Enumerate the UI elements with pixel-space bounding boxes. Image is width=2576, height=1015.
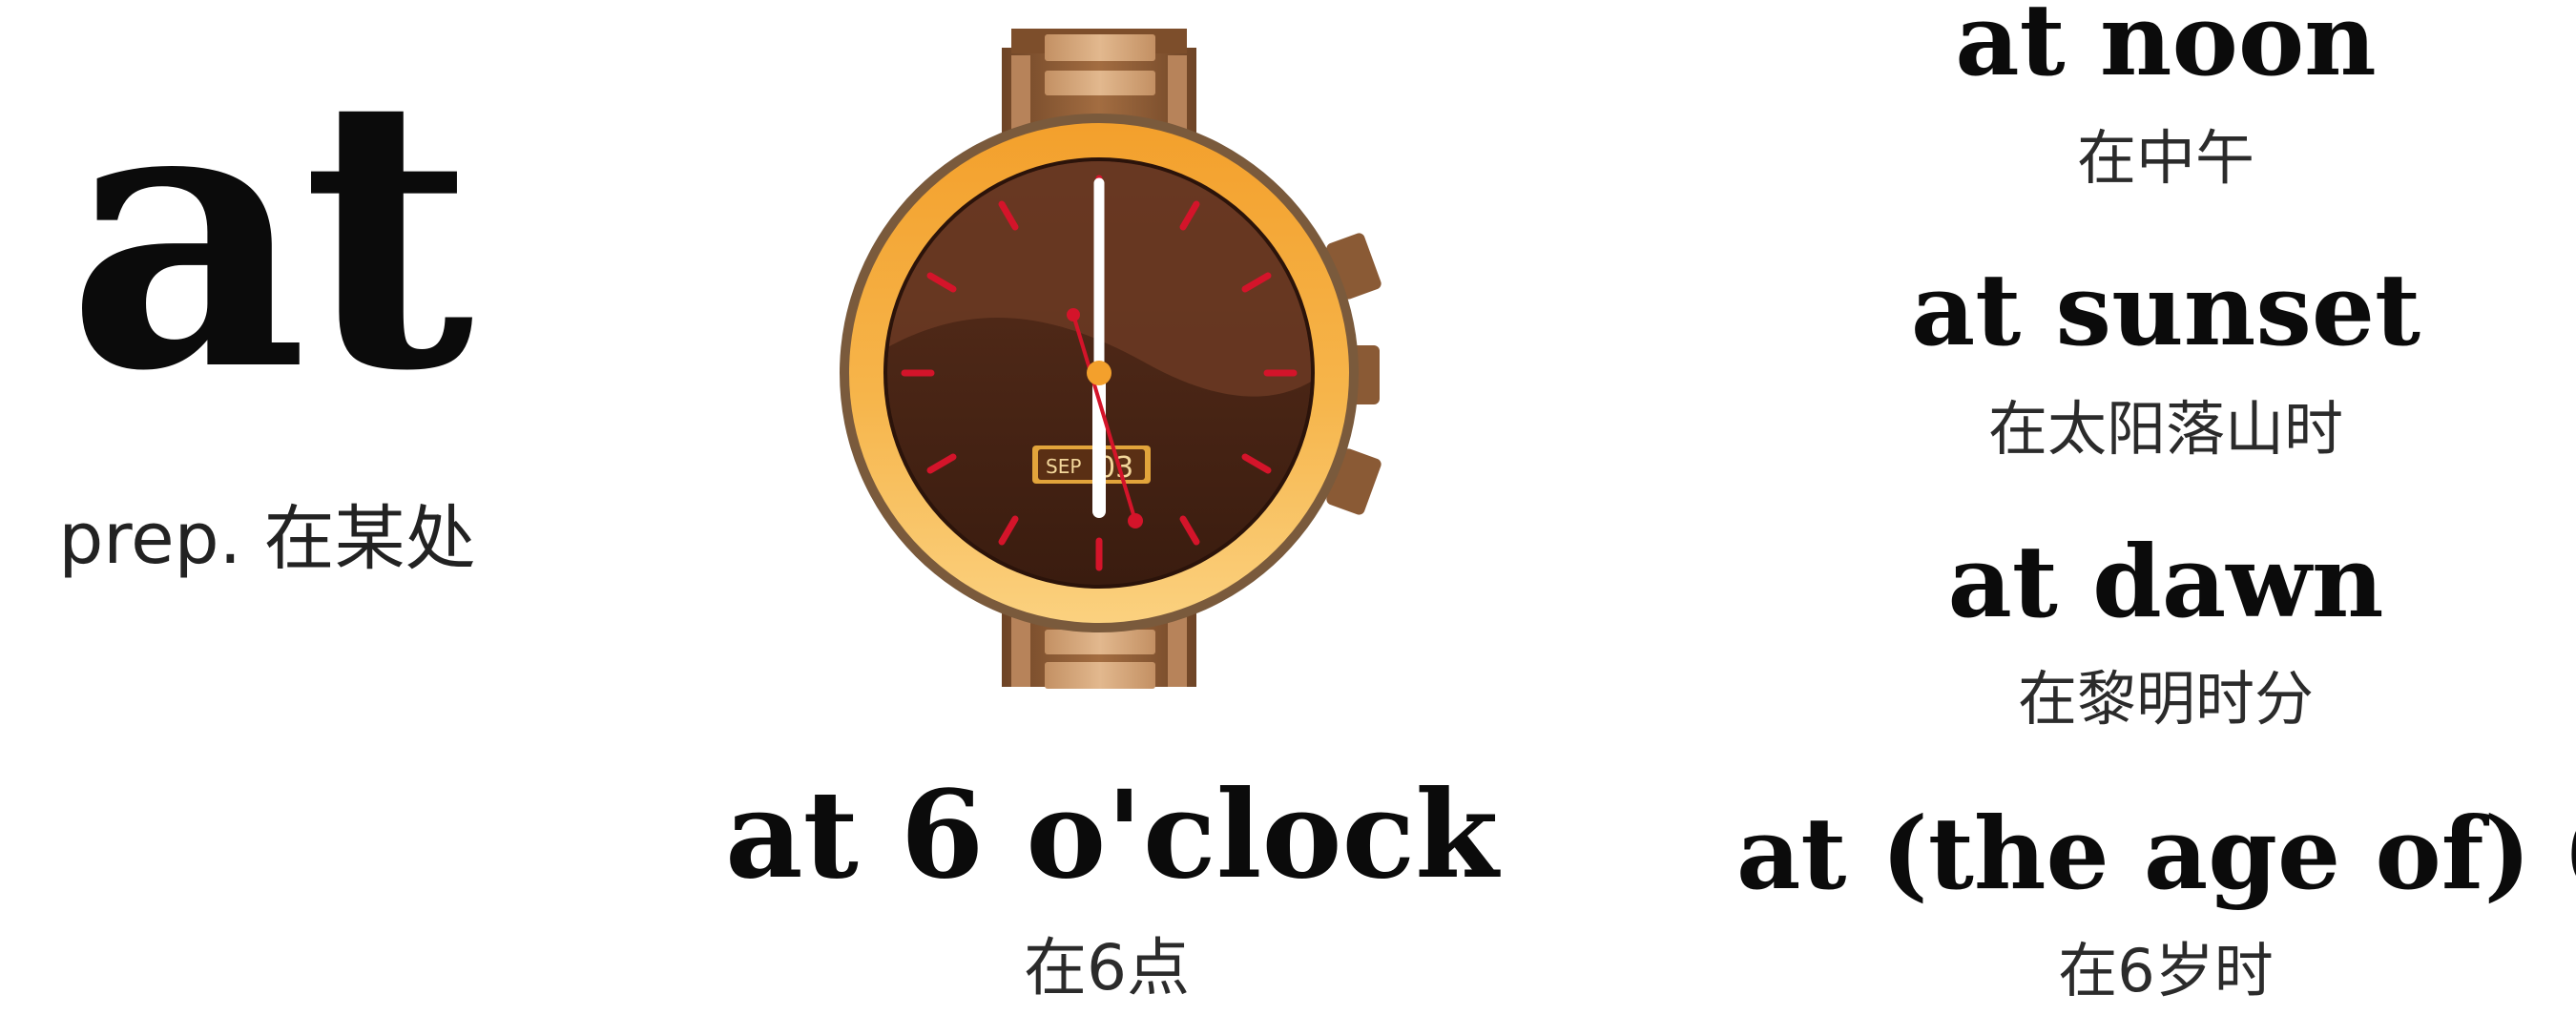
hands-pivot: [1087, 361, 1111, 385]
headword-definition: prep. 在某处: [38, 496, 496, 582]
example-phrase: at (the age of) 6: [1736, 795, 2576, 912]
example-translation: 在中午: [2076, 123, 2254, 193]
example-phrase: at dawn: [1947, 523, 2384, 640]
center-phrase: at 6 o'clock: [725, 764, 1499, 905]
example-phrase: at sunset: [1910, 251, 2421, 368]
example-translation: 在黎明时分: [2017, 664, 2314, 734]
example-phrase: at noon: [1955, 0, 2377, 98]
date-month: SEP: [1046, 455, 1081, 478]
center-translation: 在6点: [1024, 931, 1190, 1005]
wristwatch-illustration: SEP 03: [840, 29, 1381, 689]
headword: at: [67, 15, 474, 452]
part-of-speech: prep.: [58, 498, 242, 580]
headword-translation: 在某处: [263, 498, 476, 580]
date-window: SEP 03: [1032, 445, 1151, 485]
example-translation: 在6岁时: [2058, 936, 2274, 1005]
example-translation: 在太阳落山时: [1987, 394, 2343, 464]
